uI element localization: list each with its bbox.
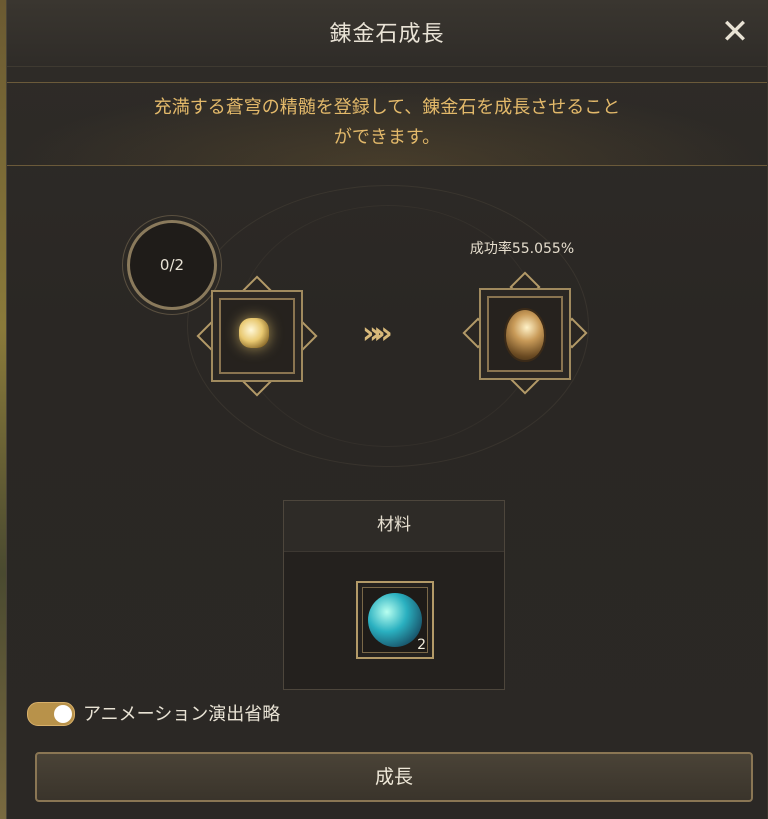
success-rate: 成功率55.055% xyxy=(469,241,575,257)
window-title: 錬金石成長 xyxy=(329,22,445,47)
skip-animation-toggle[interactable] xyxy=(27,702,75,726)
grow-button[interactable]: 成長 xyxy=(35,752,753,802)
skip-animation-label: アニメーション演出省略 xyxy=(83,704,281,725)
materials-header: 材料 xyxy=(284,501,504,552)
sky-essence-icon xyxy=(368,593,422,647)
title-bar: 錬金石成長 ✕ xyxy=(7,0,767,67)
material-slot[interactable]: 2 xyxy=(356,581,434,659)
notice-banner: 充満する蒼穹の精髄を登録して、錬金石を成長させること ができます。 xyxy=(7,82,767,166)
close-icon[interactable]: ✕ xyxy=(715,12,755,52)
materials-panel: 材料 2 xyxy=(283,500,505,690)
grown-stone-icon xyxy=(504,308,546,362)
toggle-knob xyxy=(54,705,72,723)
notice-text: 充満する蒼穹の精髄を登録して、錬金石を成長させること ができます。 xyxy=(87,93,687,153)
chevron-right-icon: »» xyxy=(362,316,393,351)
alchemy-stone-growth-window: 錬金石成長 ✕ 充満する蒼穹の精髄を登録して、錬金石を成長させること ができます… xyxy=(6,0,767,819)
material-count: 2 xyxy=(417,637,426,653)
alchemy-stone-icon xyxy=(239,318,269,348)
registration-counter: 0/2 xyxy=(127,220,217,310)
notice-line-1: 充満する蒼穹の精髄を登録して、錬金石を成長させること xyxy=(153,97,621,118)
notice-line-2: ができます。 xyxy=(333,127,441,148)
